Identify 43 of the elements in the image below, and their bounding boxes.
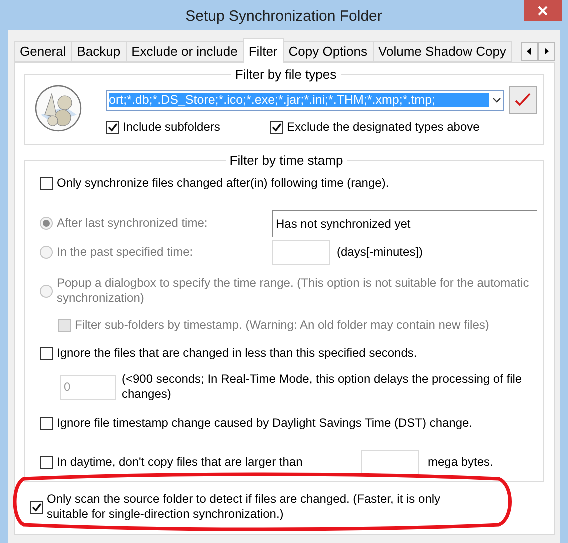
checkbox-label: Only scan the source folder to detect if files are changed. (Faster, it is only suitable for single-direction synchronization.) [47, 492, 442, 522]
polyhedra-icon [35, 85, 82, 132]
check-icon [515, 93, 531, 107]
days-field[interactable] [272, 240, 330, 265]
checkbox[interactable] [270, 121, 283, 134]
tab[interactable]: Volume Shadow Copy [372, 41, 512, 62]
checkbox[interactable] [40, 347, 53, 360]
tab[interactable]: General [14, 41, 72, 62]
apply-button[interactable] [509, 86, 537, 114]
group-title: Filter by file types [234, 67, 338, 82]
radio-label: Popup a dialogbox to specify the time range. (This option is not suitable for the automatic synchronization) [57, 276, 530, 306]
checkbox[interactable] [30, 500, 43, 514]
dropdown-caret-icon [493, 98, 501, 102]
checkbox[interactable] [40, 177, 53, 190]
file-types-value: ort;*.db;*.DS_Store;*.ico;*.exe;*.jar;*.ini;*.THM;*.xmp;*.tmp; [109, 93, 489, 107]
checkbox-label: Ignore the files that are changed in less than this specified seconds. [57, 346, 418, 361]
checkbox[interactable] [40, 417, 53, 430]
close-icon [538, 6, 548, 16]
tab[interactable]: Exclude or include [126, 41, 244, 62]
scroll-right-button[interactable] [538, 42, 555, 61]
checkbox-label: Exclude the designated types above [287, 120, 480, 135]
tab[interactable]: Backup [71, 41, 127, 62]
size-field[interactable] [361, 450, 419, 475]
group-title: Filter by time stamp [228, 153, 344, 168]
checkbox[interactable] [40, 456, 53, 469]
left-arrow-icon [527, 48, 532, 55]
radio-label: In the past specified time: [57, 245, 194, 260]
tab[interactable]: Filter [242, 38, 284, 63]
unit-label: (days[-minutes]) [337, 245, 424, 260]
checkbox-label: Include subfolders [123, 120, 220, 135]
right-arrow-icon [544, 48, 549, 55]
window-title: Setup Synchronization Folder [186, 6, 382, 24]
checkbox-label: Only synchronize files changed after(in) following time (range). [57, 176, 390, 191]
checkbox-label: In daytime, don't copy files that are larger than [57, 455, 304, 470]
radio-label: After last synchronized time: [57, 216, 209, 231]
unit-label: mega bytes. [428, 455, 494, 470]
tab[interactable]: Copy Options [282, 41, 374, 62]
checkbox-label: Ignore file timestamp change caused by Daylight Savings Time (DST) change. [57, 416, 473, 431]
checkbox-label: Filter sub-folders by timestamp. (Warning: An old folder may contain new files) [75, 318, 490, 333]
close-button[interactable] [524, 0, 562, 21]
checkbox[interactable] [106, 121, 119, 134]
scroll-left-button[interactable] [521, 42, 538, 61]
seconds-note: (<900 seconds; In Real-Time Mode, this option delays the processing of file changes) [122, 372, 524, 402]
